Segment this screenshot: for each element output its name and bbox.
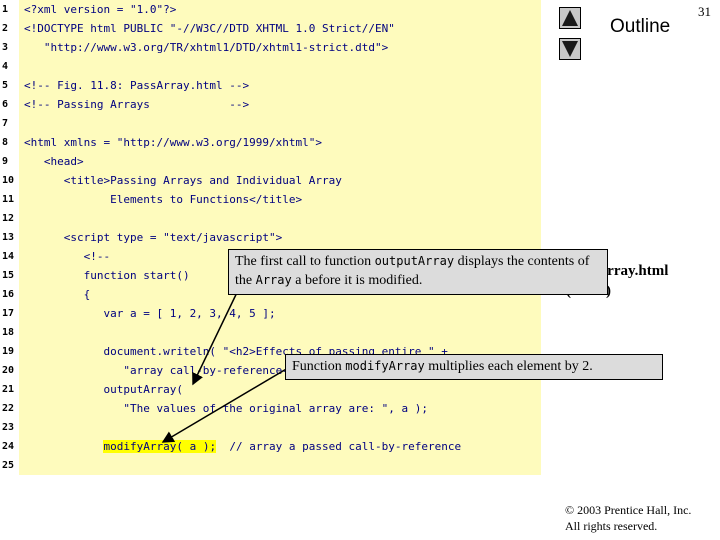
code-text: <!DOCTYPE html PUBLIC "-//W3C//DTD XHTML… [24, 22, 395, 35]
code-text: <script type = "text/javascript"> [24, 231, 283, 244]
line-number: 13 [2, 232, 15, 243]
code-text: <!-- Passing Arrays --> [24, 98, 250, 111]
line-number: 23 [2, 422, 15, 433]
code-line: 4 [0, 57, 541, 76]
code-line: 12 [0, 209, 541, 228]
line-number: 11 [2, 194, 15, 205]
line-number: 9 [2, 156, 9, 167]
code-text: Elements to Functions</title> [24, 193, 303, 206]
callout-2-text-b: multiplies each element by 2. [424, 359, 593, 374]
code-line: 23 [0, 418, 541, 437]
code-line: 25 [0, 456, 541, 475]
copyright-line-2: All rights reserved. [565, 519, 658, 533]
line-number: 24 [2, 441, 15, 452]
line-number: 18 [2, 327, 15, 338]
code-text: <title>Passing Arrays and Individual Arr… [24, 174, 342, 187]
line-number: 17 [2, 308, 15, 319]
line-number: 1 [2, 4, 9, 15]
triangle-up-icon [562, 10, 578, 26]
line-number: 19 [2, 346, 15, 357]
code-line: 17 var a = [ 1, 2, 3, 4, 5 ]; [0, 304, 541, 323]
code-listing: 1 <?xml version = "1.0"?> 2 <!DOCTYPE html … [0, 0, 541, 475]
line-number: 5 [2, 80, 9, 91]
code-line: 3 "http://www.w3.org/TR/xhtml1/DTD/xhtml… [0, 38, 541, 57]
code-text: <?xml version = "1.0"?> [24, 3, 177, 16]
previous-slide-button[interactable] [559, 7, 581, 29]
outline-label[interactable]: Outline [610, 16, 670, 38]
code-text: "The values of the original array are: "… [24, 402, 428, 415]
callout-2-text-a: Function [292, 359, 346, 374]
triangle-down-icon [562, 41, 578, 57]
code-text: <head> [24, 155, 84, 168]
highlighted-code: modifyArray( a ); [103, 440, 217, 453]
code-line: 6 <!-- Passing Arrays --> [0, 95, 541, 114]
code-text: <!-- [24, 250, 111, 263]
next-slide-button[interactable] [559, 38, 581, 60]
copyright-line-1: © 2003 Prentice Hall, Inc. [565, 503, 692, 517]
callout-1-code-Array: Array [255, 273, 292, 287]
code-line: 5 <!-- Fig. 11.8: PassArray.html --> [0, 76, 541, 95]
code-text: { [24, 288, 91, 301]
code-line: 22 "The values of the original array are… [0, 399, 541, 418]
line-number: 16 [2, 289, 15, 300]
callout-1-text-c: a before it is modified. [291, 273, 423, 288]
callout-1-text-a: The first call to function [235, 254, 375, 269]
slide-number: 31 [698, 4, 711, 19]
line-number: 7 [2, 118, 9, 129]
code-line: 10 <title>Passing Arrays and Individual … [0, 171, 541, 190]
line-number: 22 [2, 403, 15, 414]
line-number: 4 [2, 61, 9, 72]
code-line: 8 <html xmlns = "http://www.w3.org/1999/x… [0, 133, 541, 152]
code-text: <html xmlns = "http://www.w3.org/1999/xh… [24, 136, 323, 149]
code-line: 24 modifyArray( a ); // array a passed c… [0, 437, 541, 456]
line-number: 2 [2, 23, 9, 34]
line-number: 14 [2, 251, 15, 262]
callout-2-code-modifyArray: modifyArray [345, 359, 425, 373]
line-number: 21 [2, 384, 15, 395]
line-number: 10 [2, 175, 15, 186]
code-text: "http://www.w3.org/TR/xhtml1/DTD/xhtml1-… [24, 41, 389, 54]
code-line: 11 Elements to Functions</title> [0, 190, 541, 209]
code-line: 7 [0, 114, 541, 133]
code-text: function start() [24, 269, 190, 282]
code-line: 13 <script type = "text/javascript"> [0, 228, 541, 247]
line-number: 15 [2, 270, 15, 281]
callout-modify-array: Function modifyArray multiplies each ele… [285, 354, 663, 380]
code-line: 1 <?xml version = "1.0"?> [0, 0, 541, 19]
line-number: 25 [2, 460, 15, 471]
copyright: © 2003 Prentice Hall, Inc. All rights re… [565, 502, 691, 534]
code-text: <!-- Fig. 11.8: PassArray.html --> [24, 79, 250, 92]
code-line: 9 <head> [0, 152, 541, 171]
line-number: 8 [2, 137, 9, 148]
callout-output-array: The first call to function outputArray d… [228, 249, 608, 295]
line-number: 6 [2, 99, 9, 110]
callout-1-code-outputArray: outputArray [374, 254, 455, 268]
code-text: modifyArray( a ); // array a passed call… [103, 440, 462, 453]
code-text: outputArray( [24, 383, 183, 396]
code-line: 21 outputArray( [0, 380, 541, 399]
line-number: 20 [2, 365, 15, 376]
code-text: var a = [ 1, 2, 3, 4, 5 ]; [24, 307, 276, 320]
line-number: 12 [2, 213, 15, 224]
line-number: 3 [2, 42, 9, 53]
code-line: 2 <!DOCTYPE html PUBLIC "-//W3C//DTD XHTM… [0, 19, 541, 38]
code-line: 18 [0, 323, 541, 342]
